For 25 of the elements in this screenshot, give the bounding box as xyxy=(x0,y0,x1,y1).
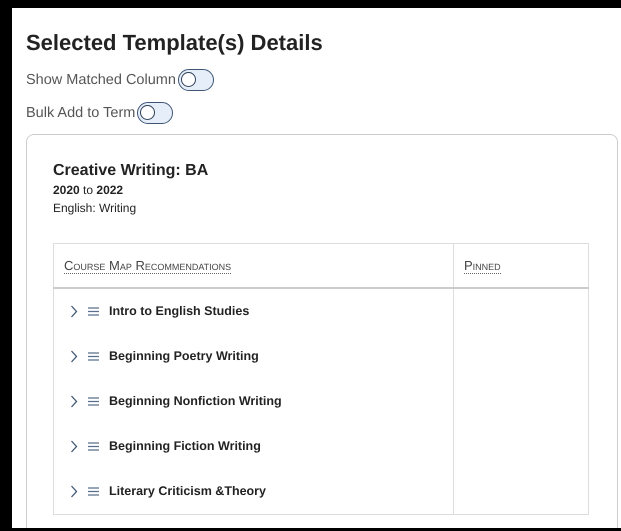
course-name: Beginning Fiction Writing xyxy=(109,438,261,456)
toggle-switch[interactable] xyxy=(137,102,174,124)
page-heading: Selected Template(s) Details xyxy=(26,30,324,56)
expand-chevron-icon[interactable] xyxy=(70,440,78,454)
column-header: Course Map Recommendations xyxy=(64,258,232,274)
drag-handle-icon[interactable] xyxy=(88,487,99,496)
drag-handle-icon[interactable] xyxy=(88,352,99,362)
toggle-label: Show Matched Column xyxy=(26,70,176,90)
expand-chevron-icon[interactable] xyxy=(70,350,78,364)
expand-chevron-icon[interactable] xyxy=(70,485,78,498)
toggle-switch[interactable] xyxy=(178,69,214,92)
expand-chevron-icon[interactable] xyxy=(70,305,78,318)
drag-handle-icon[interactable] xyxy=(88,442,99,452)
template-title: Creative Writing: BA xyxy=(53,161,210,181)
course-name: Beginning Nonfiction Writing xyxy=(109,393,282,410)
course-name: Literary Criticism &Theory xyxy=(109,483,266,500)
toggle-label: Bulk Add to Term xyxy=(26,104,136,123)
column-header: Pinned xyxy=(464,258,501,274)
year-range: 2020 to 2022 xyxy=(53,182,124,199)
course-name: Intro to English Studies xyxy=(109,303,250,320)
drag-handle-icon[interactable] xyxy=(88,397,99,406)
expand-chevron-icon[interactable] xyxy=(70,395,78,408)
template-subtitle: English: Writing xyxy=(53,200,138,217)
drag-handle-icon[interactable] xyxy=(88,307,99,316)
course-name: Beginning Poetry Writing xyxy=(109,348,259,366)
